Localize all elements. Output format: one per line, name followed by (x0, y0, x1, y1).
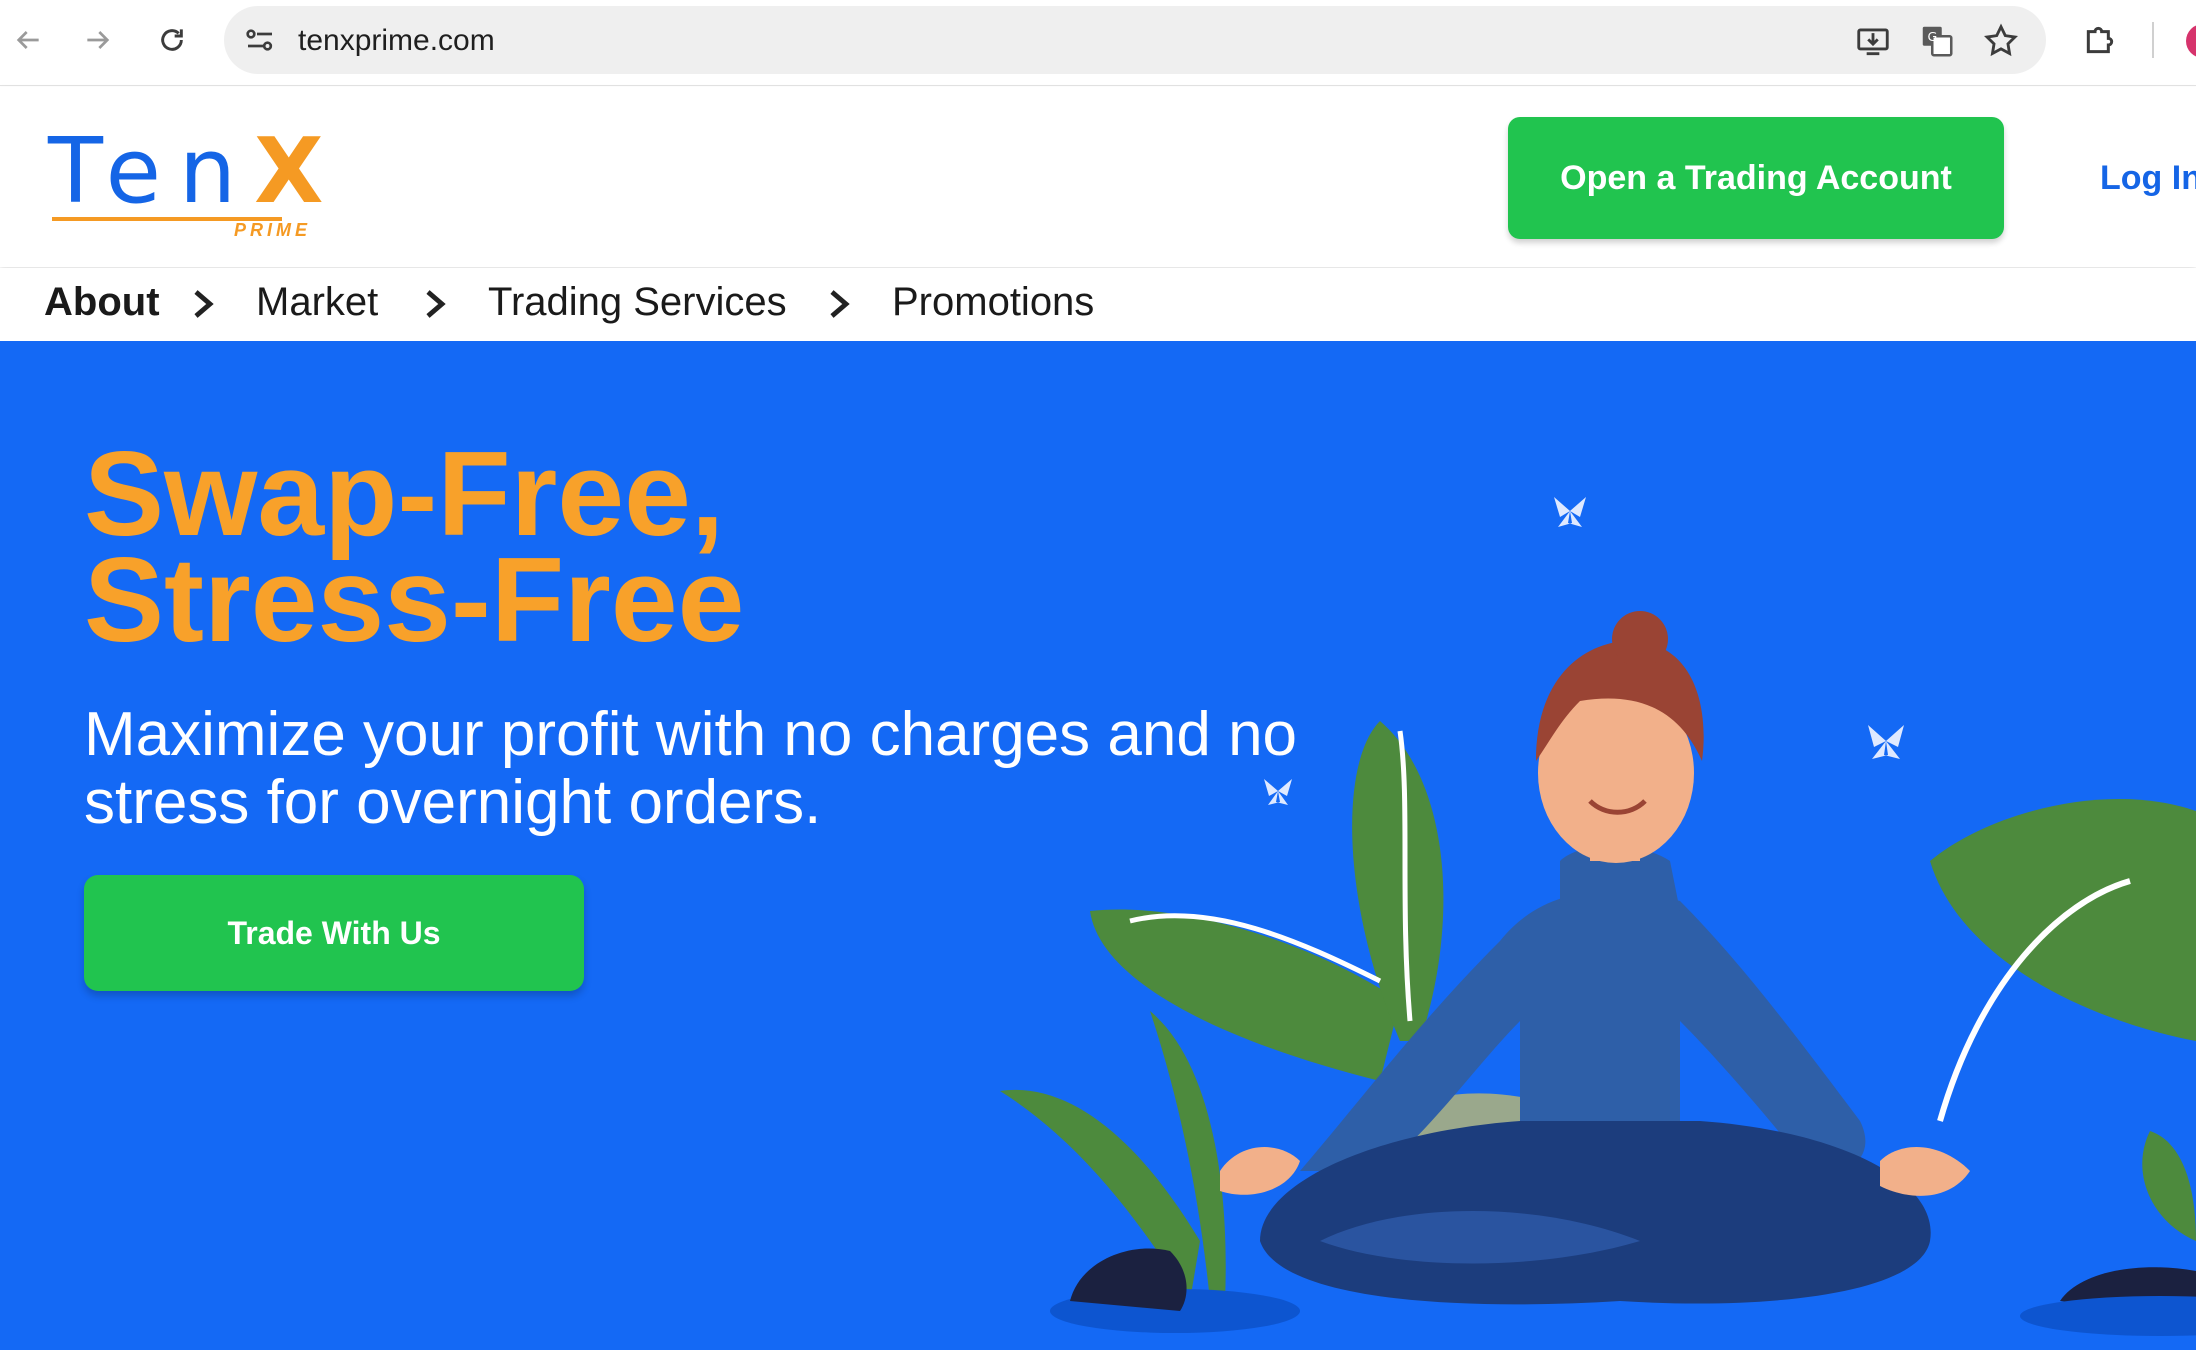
forward-arrow-icon (87, 31, 110, 49)
back-arrow-icon (16, 31, 39, 49)
chevron-right-icon (426, 290, 446, 318)
browser-toolbar: tenxprime.com G (0, 0, 2196, 86)
svg-text:G: G (1928, 29, 1938, 44)
url-text[interactable]: tenxprime.com (298, 24, 495, 58)
address-bar[interactable]: tenxprime.com G (224, 6, 2046, 74)
hero-title-line1: Swap-Free, (84, 427, 725, 561)
chevron-right-icon (830, 290, 850, 318)
meditation-illustration (1000, 497, 2196, 1336)
hero-title: Swap-Free, Stress-Free (84, 427, 745, 667)
chevron-right-icon (194, 290, 214, 318)
install-app-icon[interactable] (1854, 22, 1892, 60)
site-settings-icon[interactable] (242, 22, 278, 58)
tenx-prime-logo[interactable]: TenX PRIME (48, 119, 328, 241)
site-header: TenX PRIME Open a Trading Account Log In (0, 87, 2196, 267)
translate-icon[interactable]: G (1918, 22, 1956, 60)
reload-button[interactable] (148, 16, 196, 64)
profile-avatar[interactable] (2186, 24, 2196, 58)
menu-item-trading-services[interactable]: Trading Services (488, 280, 787, 325)
forward-button[interactable] (74, 16, 122, 64)
trade-with-us-button[interactable]: Trade With Us (84, 875, 584, 991)
puzzle-icon[interactable] (2080, 20, 2120, 60)
reload-icon (161, 29, 183, 51)
back-button[interactable] (4, 16, 52, 64)
star-icon[interactable] (1982, 22, 2020, 60)
menu-item-promotions[interactable]: Promotions (892, 280, 1094, 325)
open-trading-account-button[interactable]: Open a Trading Account (1508, 117, 2004, 239)
menu-item-market[interactable]: Market (256, 280, 378, 325)
main-menu: About Market Trading Services Promotions (0, 268, 2196, 340)
hero-section: Swap-Free, Stress-Free Maximize your pro… (0, 341, 2196, 1350)
logo-subtitle: PRIME (234, 220, 312, 240)
toolbar-separator (2152, 22, 2154, 58)
hero-title-line2: Stress-Free (84, 533, 745, 667)
logo-wordmark: TenX (48, 119, 324, 224)
login-link[interactable]: Log In (2100, 159, 2196, 198)
menu-item-about[interactable]: About (44, 280, 160, 325)
